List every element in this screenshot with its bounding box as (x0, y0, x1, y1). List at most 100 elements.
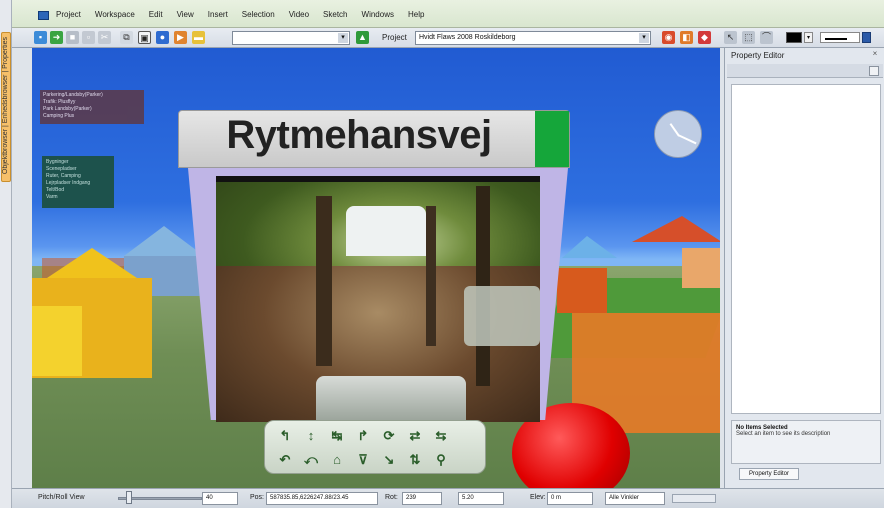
turn-left-icon[interactable]: ↰ (275, 427, 295, 445)
lasso-icon[interactable]: ⌒ (760, 31, 773, 44)
chevron-down-icon: ▾ (639, 33, 649, 43)
elevation-field[interactable]: 0 m (547, 492, 593, 505)
photo-tree-trunk (426, 206, 436, 346)
turn-right-icon[interactable]: ↱ (353, 427, 373, 445)
menu-view[interactable]: View (177, 10, 194, 19)
menu-items: Project Workspace Edit View Insert Selec… (56, 10, 424, 19)
photo-tree-trunk (316, 196, 332, 366)
legend-item: Lejrpladser Indgang (46, 180, 91, 186)
photo-car-hood (316, 376, 466, 422)
photo-header-bar (216, 176, 540, 182)
tab-property-editor[interactable]: Property Editor (739, 468, 799, 480)
property-editor-title: Property Editor (731, 51, 785, 60)
photo-trailer (464, 286, 540, 346)
strafe-icon[interactable]: ↹ (327, 427, 347, 445)
undo-turn-icon[interactable]: ↶ (275, 451, 295, 469)
rotation-field[interactable]: 239 (402, 492, 442, 505)
menu-project[interactable]: Project (56, 10, 81, 19)
swap-right-icon[interactable]: ⇄ (405, 427, 425, 445)
chevron-down-icon[interactable]: ▾ (804, 32, 813, 43)
left-tab-strip: Objektbrowser | Enhedsbrowser | Properti… (0, 0, 12, 508)
marker-icon[interactable]: ◆ (698, 31, 711, 44)
zoom-icon[interactable]: ⚲ (431, 451, 451, 469)
orange-building (682, 248, 720, 288)
measure-icon[interactable]: ◧ (680, 31, 693, 44)
select-icon[interactable]: ⬚ (742, 31, 755, 44)
save-icon[interactable]: ■ (66, 31, 79, 44)
menu-windows[interactable]: Windows (362, 10, 394, 19)
main-toolbar: ▪ ➜ ■ ▫ ✂ ⧉ ▣ ● ▶ ▬ ▾ ▲ Project Hvidt Fl… (12, 28, 884, 48)
globe-icon[interactable]: ● (156, 31, 169, 44)
look-down-icon[interactable]: ⊽ (353, 451, 373, 469)
pitch-label: Pitch/Roll View (38, 494, 85, 501)
elevation-icon[interactable]: ⇅ (405, 451, 425, 469)
line-color-swatch[interactable] (786, 32, 802, 43)
street-name: Rytmehansvej (226, 113, 492, 157)
line-style-select[interactable] (820, 32, 860, 43)
scale-field[interactable]: 5.20 (458, 492, 504, 505)
menu-help[interactable]: Help (408, 10, 424, 19)
camera-icon[interactable]: ◉ (662, 31, 675, 44)
blue-roof-tent (562, 236, 617, 258)
legend-item: Varm (46, 194, 58, 200)
browser-tab-label: Objektbrowser | Enhedsbrowser | Properti… (2, 37, 9, 175)
view-mode-value: Alle Vinkler (609, 495, 639, 501)
view-mode-select[interactable]: Alle Vinkler (605, 492, 665, 505)
application-window: Objektbrowser | Enhedsbrowser | Properti… (0, 0, 884, 508)
rotate-icon[interactable]: ⟳ (379, 427, 399, 445)
legend-item: Camping Plus (43, 113, 75, 119)
new-icon[interactable]: ▪ (34, 31, 47, 44)
browser-tab[interactable]: Objektbrowser | Enhedsbrowser | Properti… (1, 32, 11, 182)
pitch-slider-thumb[interactable] (126, 491, 132, 504)
legend-item: Trafik: Plusflyy (43, 99, 76, 105)
menu-sketch[interactable]: Sketch (323, 10, 347, 19)
pitch-field[interactable]: 40 (202, 492, 238, 505)
project-label: Project (382, 33, 407, 42)
project-select-value: Hvidt Flaws 2008 Roskildeborg (419, 34, 516, 41)
paste-icon[interactable]: ▣ (138, 31, 151, 44)
3d-viewport[interactable]: Parkering/Landsby(Parker) Trafik: Plusfl… (32, 48, 720, 488)
status-bar: Pitch/Roll View 40 Pos: 587835.85,622624… (12, 488, 884, 508)
menu-selection[interactable]: Selection (242, 10, 275, 19)
u-turn-icon[interactable]: ⤺ (301, 451, 321, 469)
menu-edit[interactable]: Edit (149, 10, 163, 19)
property-toolbar (727, 64, 883, 78)
arrow-icon[interactable]: ▶ (174, 31, 187, 44)
legend-box-layers[interactable]: Bygninger Scenepladser Ruter, Camping Le… (42, 156, 114, 208)
descend-icon[interactable]: ↘ (379, 451, 399, 469)
line-style-preview (825, 38, 847, 40)
compass-icon[interactable] (654, 110, 702, 158)
open-icon[interactable]: ➜ (50, 31, 63, 44)
red-roof-building (632, 216, 720, 242)
position-field[interactable]: 587835.85,6226247.88/23.45 (266, 492, 378, 505)
close-icon[interactable]: × (870, 49, 880, 59)
home-icon[interactable]: ⌂ (327, 451, 347, 469)
menu-insert[interactable]: Insert (208, 10, 228, 19)
chevron-down-icon[interactable] (862, 32, 871, 43)
sort-icon[interactable] (869, 66, 879, 76)
menu-video[interactable]: Video (289, 10, 309, 19)
legend-item: Telt/Bod (46, 187, 65, 193)
rot-label: Rot: (385, 494, 398, 501)
chevron-down-icon: ▾ (338, 33, 348, 43)
layer-select[interactable]: ▾ (232, 31, 350, 45)
tree-icon[interactable]: ▲ (356, 31, 369, 44)
swap-left-icon[interactable]: ⇆ (431, 427, 451, 445)
copy-icon[interactable]: ⧉ (120, 31, 133, 44)
legend-item: Bygninger (46, 159, 69, 165)
property-description-text: Select an item to see its description (736, 431, 831, 437)
legend-item: Parkering/Landsby(Parker) (43, 92, 103, 98)
folder-icon[interactable]: ▬ (192, 31, 205, 44)
pointer-icon[interactable]: ↖ (724, 31, 737, 44)
project-select[interactable]: Hvidt Flaws 2008 Roskildeborg ▾ (415, 31, 651, 45)
photo-tent (346, 206, 426, 256)
menu-workspace[interactable]: Workspace (95, 10, 135, 19)
street-photo[interactable] (216, 176, 540, 422)
cut-icon[interactable]: ✂ (98, 31, 111, 44)
legend-box-parking[interactable]: Parkering/Landsby(Parker) Trafik: Plusfl… (40, 90, 144, 124)
menu-bar: Project Workspace Edit View Insert Selec… (12, 0, 884, 28)
print-icon[interactable]: ▫ (82, 31, 95, 44)
status-scrollbar[interactable] (672, 494, 716, 503)
property-grid[interactable] (731, 84, 881, 414)
forward-back-icon[interactable]: ↕ (301, 427, 321, 445)
